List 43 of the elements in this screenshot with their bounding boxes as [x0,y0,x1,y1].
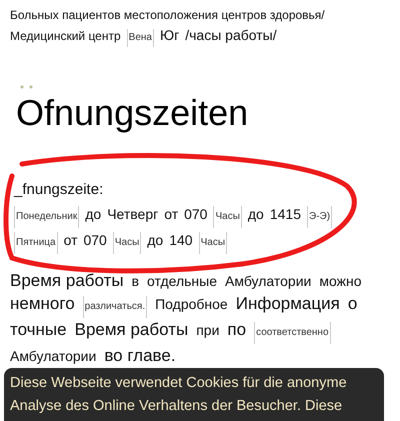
page-heading: Ofnungszeiten [16,91,250,135]
text-fragment: Информация [236,292,340,314]
text-fragment: 070 [184,204,208,224]
hours-title: _fnungszeite: [14,180,104,200]
note-text: Часы [213,206,242,228]
note-text: Часы [198,232,228,254]
text-fragment: во главе. [104,344,176,366]
breadcrumb-text: Юг [160,26,180,44]
text-fragment: до [85,204,102,224]
text-fragment: до [248,204,264,224]
text-fragment: Четверг [107,204,158,224]
text-fragment: о [348,292,358,314]
text-fragment: 1415 [270,204,302,224]
text-fragment: от [164,204,178,224]
note-text: Понедельник [14,206,80,228]
note-text: Часы [112,232,142,254]
text-fragment: Амбулатории [10,346,96,366]
note-text: Э-Э) [307,206,332,228]
breadcrumb-text: Вена [126,29,154,47]
text-fragment: Время работы [10,270,124,292]
text-fragment: можно [319,272,362,290]
text-fragment: Время работы [74,318,188,340]
breadcrumb-text: Больных пациентов местоположения центров здоровья/ [10,7,325,24]
text-fragment: 140 [169,230,193,250]
text-fragment: до [147,230,164,250]
text-fragment: по [227,318,246,340]
text-fragment: Амбулатории [225,272,312,291]
cookie-text: Analyse des Online Verhaltens der Besucher. Diese [10,397,344,416]
text-fragment: в [132,272,140,290]
breadcrumb-text: /часы работы/ [185,26,277,44]
text-fragment: Подробное [155,294,228,314]
text-fragment: 070 [83,230,107,250]
text-fragment: от [64,230,78,250]
note-text: соответственно [254,322,331,344]
note-text: Пятница [14,232,58,254]
text-fragment: точные [10,318,67,340]
breadcrumb-text: Медицинский центр [10,28,121,45]
umlaut-icon [20,85,34,89]
text-fragment: при [196,320,220,340]
text-fragment: отдельные [147,272,218,291]
note-text: различаться. [82,296,148,318]
text-fragment: немного [10,292,75,314]
cookie-text: Diese Webseite verwendet Cookies für die anonyme [10,374,348,393]
